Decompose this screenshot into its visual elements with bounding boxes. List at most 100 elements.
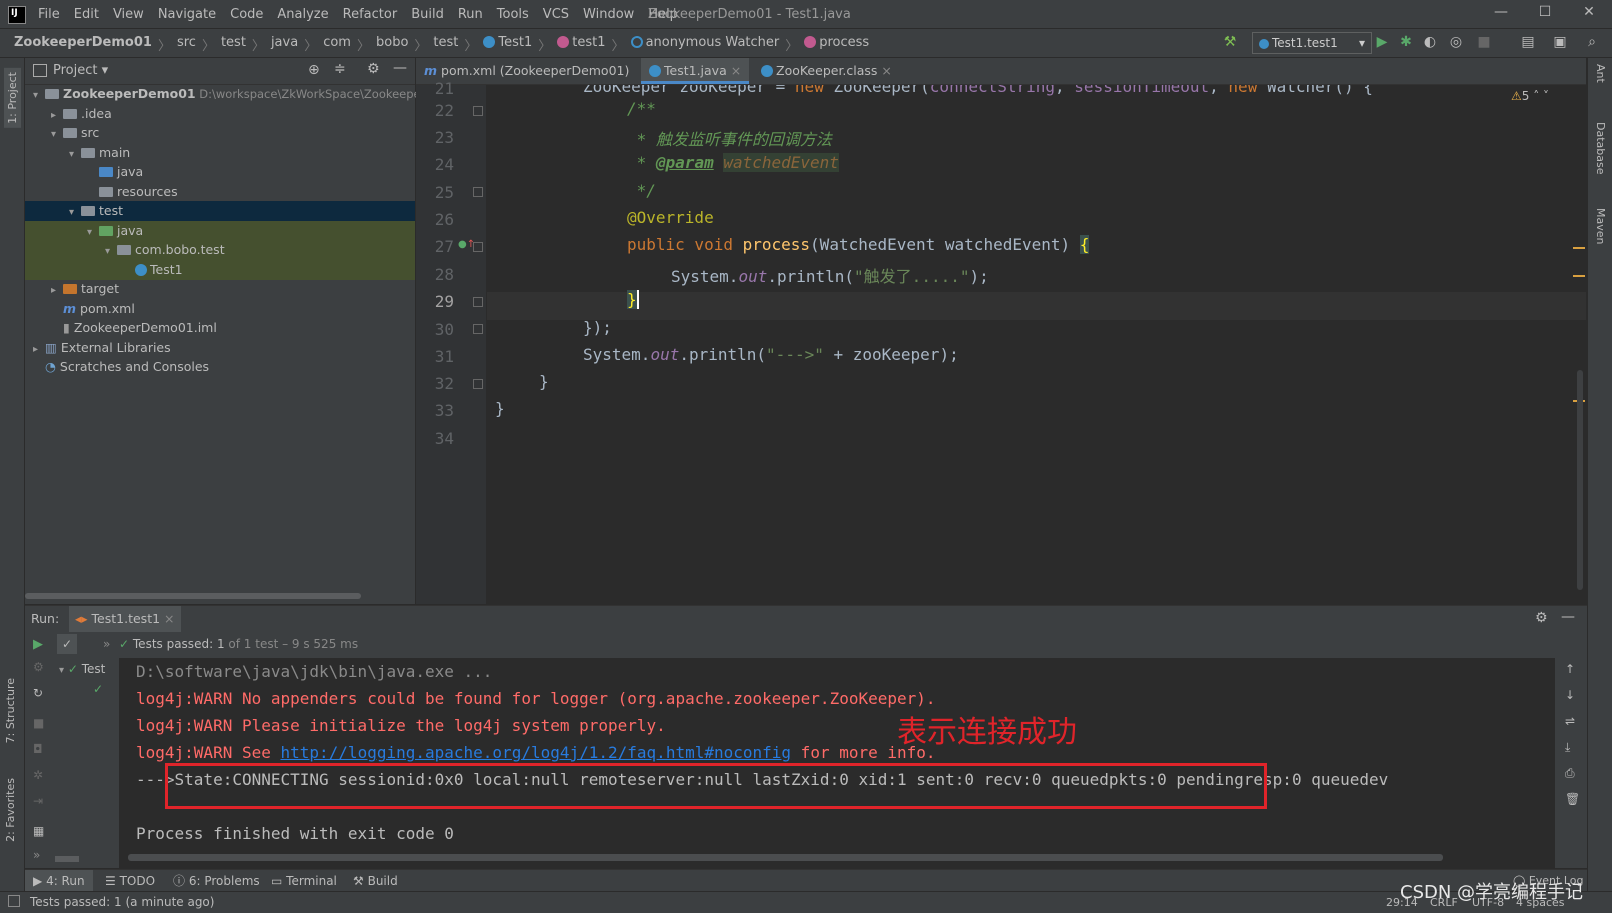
fold-icon[interactable] bbox=[473, 106, 483, 116]
show-passed-icon[interactable]: ✓ bbox=[57, 634, 77, 654]
project-view-select[interactable]: Project ▾ bbox=[53, 63, 108, 78]
fold-icon[interactable] bbox=[473, 379, 483, 389]
tree-item[interactable]: java bbox=[25, 162, 415, 182]
tree-item[interactable]: ▾ test bbox=[25, 201, 415, 221]
tree-item[interactable]: Test1 bbox=[25, 259, 415, 280]
toggle-tool-windows-icon[interactable] bbox=[8, 895, 20, 907]
horizontal-scrollbar[interactable] bbox=[55, 856, 79, 862]
crumb-src[interactable]: src bbox=[177, 35, 196, 54]
error-stripe-mark[interactable] bbox=[1573, 247, 1585, 249]
log4j-faq-link[interactable]: http://logging.apache.org/log4j/1.2/faq.… bbox=[281, 743, 792, 762]
gear-icon[interactable]: ⚙ bbox=[1535, 610, 1548, 626]
maximize-icon[interactable]: ☐ bbox=[1530, 4, 1560, 24]
project-tool-tab[interactable]: 1: Project bbox=[4, 68, 21, 128]
horizontal-scrollbar[interactable] bbox=[25, 593, 361, 599]
menu-view[interactable]: View bbox=[113, 7, 144, 22]
settings-icon[interactable]: ✲ bbox=[33, 768, 43, 782]
menu-refactor[interactable]: Refactor bbox=[343, 7, 398, 22]
tree-item[interactable]: ◔ Scratches and Consoles bbox=[25, 357, 415, 377]
crumb-class[interactable]: Test1 bbox=[483, 35, 532, 54]
vertical-scrollbar[interactable] bbox=[1577, 370, 1583, 590]
menu-analyze[interactable]: Analyze bbox=[277, 7, 328, 22]
structure-tool-tab[interactable]: 7: Structure bbox=[4, 678, 17, 743]
close-icon[interactable]: ✕ bbox=[1574, 4, 1604, 24]
tree-item[interactable]: ▾ ZookeeperDemo01 D:\workspace\ZkWorkSpac… bbox=[25, 84, 425, 104]
tab-problems[interactable]: ⓘ 6: Problems bbox=[173, 870, 260, 892]
up-arrow-icon[interactable]: ↑ bbox=[1565, 662, 1575, 676]
more-icon[interactable]: » bbox=[103, 637, 110, 651]
menu-edit[interactable]: Edit bbox=[74, 7, 99, 22]
layout-icon[interactable]: ▣ bbox=[1552, 34, 1568, 50]
tree-item[interactable]: ▾ src bbox=[25, 123, 415, 143]
favorites-tool-tab[interactable]: 2: Favorites bbox=[4, 778, 17, 842]
tree-item[interactable]: ▸ ▥ External Libraries bbox=[25, 338, 415, 358]
tree-item[interactable]: ▸ .idea bbox=[25, 104, 415, 124]
coverage-icon[interactable]: ◐ bbox=[1422, 34, 1438, 50]
fold-icon[interactable] bbox=[473, 242, 483, 252]
fold-icon[interactable] bbox=[473, 324, 483, 334]
menu-navigate[interactable]: Navigate bbox=[158, 7, 216, 22]
menu-file[interactable]: File bbox=[38, 7, 60, 22]
menu-tools[interactable]: Tools bbox=[497, 7, 529, 22]
minimize-icon[interactable]: — bbox=[1486, 4, 1516, 24]
maven-tool-tab[interactable]: Maven bbox=[1594, 208, 1607, 244]
inspection-widget[interactable]: ⚠5 ˄ ˅ bbox=[1511, 89, 1549, 103]
crumb-java[interactable]: java bbox=[271, 35, 298, 54]
test-tree-root[interactable]: ▾ ✓ Test bbox=[59, 662, 105, 676]
scroll-to-end-icon[interactable]: ⤓ bbox=[1565, 740, 1570, 755]
rerun-failed-icon[interactable]: ↻ bbox=[33, 686, 43, 700]
tab-build[interactable]: ⚒ Build bbox=[353, 870, 398, 892]
tab-terminal[interactable]: ▭ Terminal bbox=[271, 870, 337, 892]
tree-item[interactable]: ▮ ZookeeperDemo01.iml bbox=[25, 318, 415, 338]
tree-item[interactable]: ▾ java bbox=[25, 220, 415, 241]
toggle-icon[interactable]: ⚙ bbox=[33, 660, 44, 674]
crumb-com[interactable]: com bbox=[323, 35, 351, 54]
close-tab-icon[interactable]: × bbox=[731, 63, 741, 78]
tab-zookeeper-class[interactable]: ZooKeeper.class × bbox=[753, 58, 900, 84]
project-structure-icon[interactable]: ▤ bbox=[1520, 34, 1536, 50]
print-icon[interactable]: ⎙ bbox=[1565, 766, 1575, 781]
locate-icon[interactable]: ⊕ bbox=[308, 62, 320, 78]
close-tab-icon[interactable]: × bbox=[881, 63, 891, 78]
tree-item[interactable]: resources bbox=[25, 182, 415, 202]
exit-icon[interactable]: ⇥ bbox=[33, 794, 43, 808]
horizontal-scrollbar[interactable] bbox=[128, 854, 1443, 861]
database-tool-tab[interactable]: Database bbox=[1594, 122, 1607, 175]
crumb-anonymous[interactable]: anonymous Watcher bbox=[630, 35, 779, 54]
tab-test1-java[interactable]: Test1.java × bbox=[641, 58, 750, 84]
build-hammer-icon[interactable]: ⚒ bbox=[1222, 34, 1238, 50]
tree-item[interactable]: ▾ main bbox=[25, 143, 415, 163]
crumb-method[interactable]: test1 bbox=[557, 35, 606, 54]
tab-run[interactable]: ▶ 4: Run bbox=[25, 870, 93, 892]
fold-icon[interactable] bbox=[473, 297, 483, 307]
tree-item[interactable]: ▸ target bbox=[25, 279, 415, 299]
tree-item[interactable]: ▾ com.bobo.test bbox=[25, 240, 415, 260]
more-icon[interactable]: » bbox=[33, 848, 40, 862]
tree-item[interactable]: m pom.xml bbox=[25, 299, 415, 319]
trash-icon[interactable]: 🗑 bbox=[1565, 792, 1580, 806]
hide-panel-icon[interactable]: — bbox=[1561, 609, 1575, 625]
rerun-icon[interactable]: ▶ bbox=[33, 637, 43, 652]
stop-icon[interactable]: ■ bbox=[1476, 34, 1492, 50]
profile-icon[interactable]: ◎ bbox=[1448, 34, 1464, 50]
menu-window[interactable]: Window bbox=[583, 7, 634, 22]
ant-tool-tab[interactable]: Ant bbox=[1594, 64, 1607, 83]
layout-icon[interactable]: ▦ bbox=[33, 824, 44, 838]
menu-code[interactable]: Code bbox=[230, 7, 263, 22]
run-configuration-select[interactable]: Test1.test1 ▾ bbox=[1252, 32, 1372, 54]
menu-run[interactable]: Run bbox=[458, 7, 483, 22]
crumb-test[interactable]: test bbox=[221, 35, 246, 54]
crumb-project[interactable]: ZookeeperDemo01 bbox=[14, 35, 152, 54]
run-icon[interactable]: ▶ bbox=[1374, 34, 1390, 50]
tab-todo[interactable]: ☰ TODO bbox=[105, 870, 155, 892]
menu-vcs[interactable]: VCS bbox=[543, 7, 569, 22]
crumb-process[interactable]: process bbox=[804, 35, 869, 54]
close-tab-icon[interactable]: × bbox=[164, 611, 174, 626]
soft-wrap-icon[interactable]: ⇌ bbox=[1565, 714, 1575, 728]
down-arrow-icon[interactable]: ↓ bbox=[1565, 688, 1575, 702]
crumb-bobo[interactable]: bobo bbox=[376, 35, 408, 54]
code-editor[interactable]: ZooKeeper zooKeeper = new ZooKeeper(conn… bbox=[487, 85, 1586, 604]
gear-icon[interactable]: ⚙ bbox=[367, 61, 380, 77]
menu-build[interactable]: Build bbox=[411, 7, 444, 22]
crumb-test-pkg[interactable]: test bbox=[433, 35, 458, 54]
